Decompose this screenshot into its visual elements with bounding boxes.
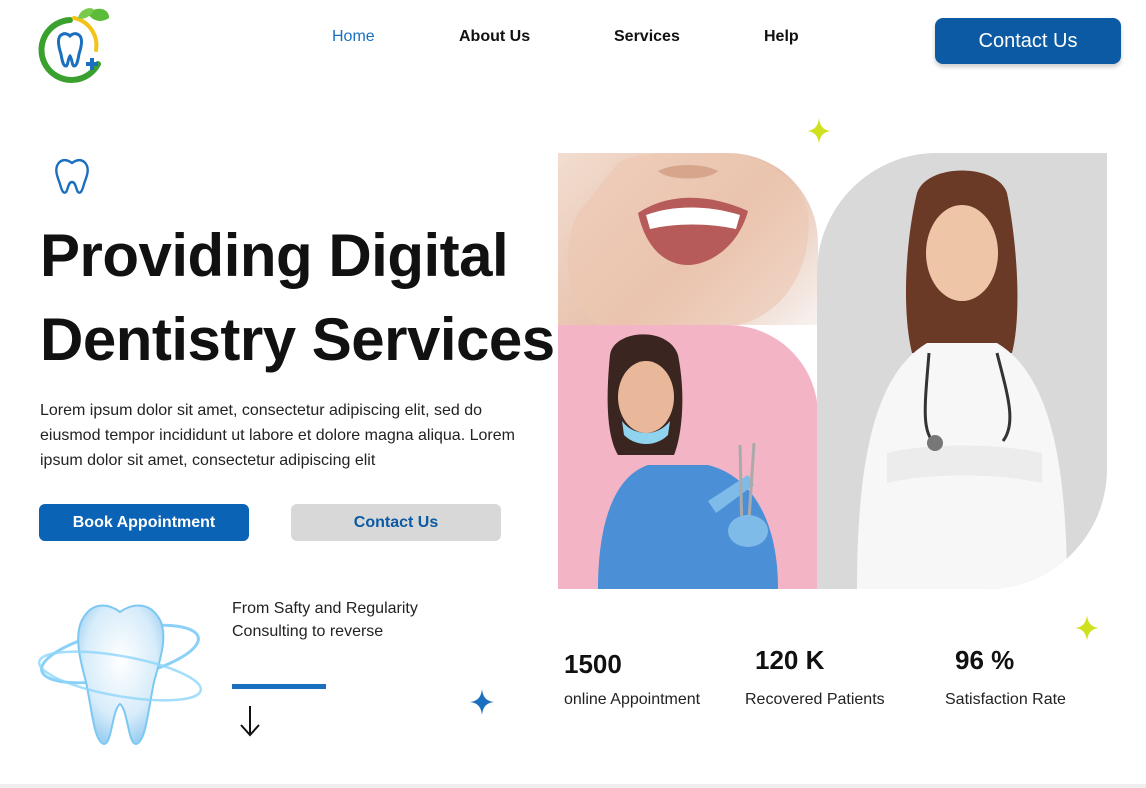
stat-recovered-value: 120 K — [755, 645, 825, 675]
sparkle-icon — [1075, 615, 1099, 641]
stat-satisfaction-label: Satisfaction Rate — [945, 691, 1066, 708]
glowing-tooth-icon — [37, 604, 203, 746]
hero-title-line2: Dentistry Services — [40, 306, 555, 373]
smile-photo — [558, 153, 818, 325]
stat-satisfaction-value: 96 % — [955, 645, 1015, 675]
sparkle-icon — [470, 689, 494, 715]
contact-us-button[interactable]: Contact Us — [291, 504, 501, 541]
tooth-leaf-logo-icon[interactable] — [30, 6, 112, 86]
hero-title-line1: Providing Digital — [40, 222, 509, 289]
nav-item-about-us[interactable]: About Us — [459, 28, 530, 46]
stat-appointments-value: 1500 — [564, 649, 622, 679]
hero-title: Providing Digital Dentistry Services — [40, 214, 560, 382]
tooth-outline-icon — [55, 158, 89, 194]
feature-text: From Safty and Regularity Consulting to … — [232, 600, 418, 640]
book-appointment-button[interactable]: Book Appointment — [39, 504, 249, 541]
dental-assistant-photo — [558, 325, 818, 589]
nav-item-home[interactable]: Home — [332, 28, 375, 46]
stat-recovered-label: Recovered Patients — [745, 691, 885, 708]
arrow-down-icon[interactable] — [238, 704, 262, 738]
sparkle-icon — [807, 118, 831, 144]
feature-accent-bar — [232, 684, 326, 689]
page-frame: Home About Us Services Help Contact Us P… — [0, 0, 1146, 788]
header-contact-us-button[interactable]: Contact Us — [935, 18, 1121, 64]
stat-appointments-label: online Appointment — [564, 691, 701, 708]
doctor-photo — [817, 153, 1107, 589]
nav-item-help[interactable]: Help — [764, 28, 799, 46]
hero-description: Lorem ipsum dolor sit amet, consectetur … — [40, 402, 515, 469]
nav-item-services[interactable]: Services — [614, 28, 680, 46]
